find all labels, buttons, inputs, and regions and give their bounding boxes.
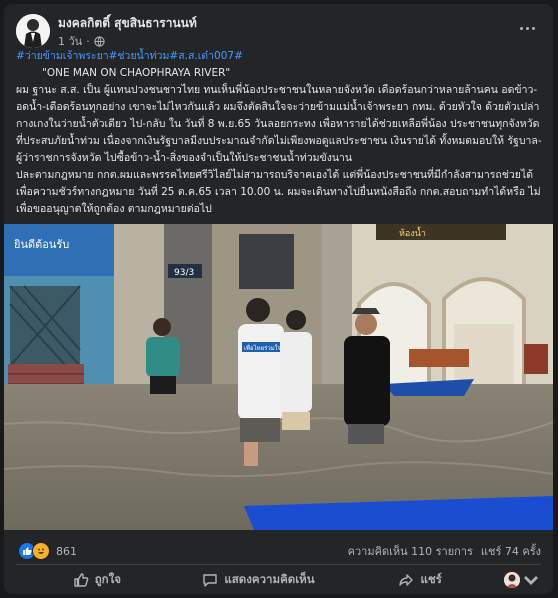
share-label: แชร์ — [420, 572, 442, 586]
hashtags: #ว่ายข้ามเจ้าพระยา#ช่วยน้ำท่วม#ส.ส.เต๋า0… — [16, 48, 543, 65]
hashtag-link[interactable]: #ว่ายข้ามเจ้าพระยา — [16, 50, 109, 62]
comment-button[interactable]: แสดงความคิดเห็น — [178, 567, 340, 593]
like-label: ถูกใจ — [94, 572, 121, 586]
hashtag-link[interactable]: # — [234, 50, 243, 62]
comment-count-link[interactable]: ความคิดเห็น 110 รายการ — [348, 542, 473, 560]
post-paragraph-2: ปละตามกฎหมาย กกต.ผมและพรรคไทยศรีวิไลย์ไม… — [16, 169, 541, 215]
reactions-summary[interactable]: 861 — [18, 542, 77, 560]
haha-reaction-icon — [32, 542, 50, 560]
more-options-button[interactable] — [513, 16, 541, 40]
action-bar: ถูกใจ แสดงความคิดเห็น แชร์ — [16, 567, 541, 593]
dot-icon — [531, 26, 535, 30]
post-photo[interactable]: ยินดีต้อนรับ 93/3 ห้องน้ำ เพื่อไทยร่วมใจ — [4, 224, 553, 530]
share-button[interactable]: แชร์ — [339, 567, 501, 593]
post-quote: "ONE MAN ON CHAOPHRAYA RIVER" — [42, 67, 231, 79]
post-paragraph-1: ผม ฐานะ ส.ส. เป็น ผู้แทนปวงชนชาวไทย ทนเห… — [16, 84, 542, 164]
share-icon — [399, 574, 414, 586]
author-name[interactable]: มงคลกิตติ์ สุขสินธารานนท์ — [58, 14, 197, 33]
post-card: มงคลกิตติ์ สุขสินธารานนท์ 1 วัน · #ว่ายข… — [4, 4, 553, 594]
engagement-stats: ความคิดเห็น 110 รายการ แชร์ 74 ครั้ง — [348, 542, 541, 560]
comment-icon — [203, 574, 218, 587]
chevron-down-icon — [523, 576, 538, 585]
hashtag-link[interactable]: #ส.ส.เต๋า007 — [169, 50, 234, 62]
house-number-text: 93/3 — [174, 268, 194, 278]
hashtag-link[interactable]: #ช่วยน้ำท่วม — [109, 50, 170, 62]
divider — [16, 564, 541, 565]
thumbs-up-icon — [73, 573, 89, 587]
share-count-link[interactable]: แชร์ 74 ครั้ง — [481, 542, 541, 560]
author-avatar[interactable] — [16, 14, 50, 48]
comment-label: แสดงความคิดเห็น — [224, 572, 315, 586]
globe-icon — [94, 35, 105, 47]
sign-top-text: ยินดีต้อนรับ — [13, 238, 69, 251]
dot-icon — [519, 26, 523, 30]
flood-scene-image: ยินดีต้อนรับ 93/3 ห้องน้ำ เพื่อไทยร่วมใจ — [4, 224, 553, 530]
reaction-count: 861 — [56, 544, 77, 558]
post-header: มงคลกิตติ์ สุขสินธารานนท์ 1 วัน · — [16, 12, 541, 52]
user-avatar — [503, 572, 520, 588]
like-button[interactable]: ถูกใจ — [16, 567, 178, 593]
dot-icon — [525, 26, 529, 30]
shirt-text: เพื่อไทยร่วมใจ — [244, 344, 281, 352]
post-text: #ว่ายข้ามเจ้าพระยา#ช่วยน้ำท่วม#ส.ส.เต๋า0… — [16, 48, 543, 218]
reaction-identity-selector[interactable] — [501, 567, 541, 593]
post-stats: 861 ความคิดเห็น 110 รายการ แชร์ 74 ครั้ง — [18, 542, 541, 560]
